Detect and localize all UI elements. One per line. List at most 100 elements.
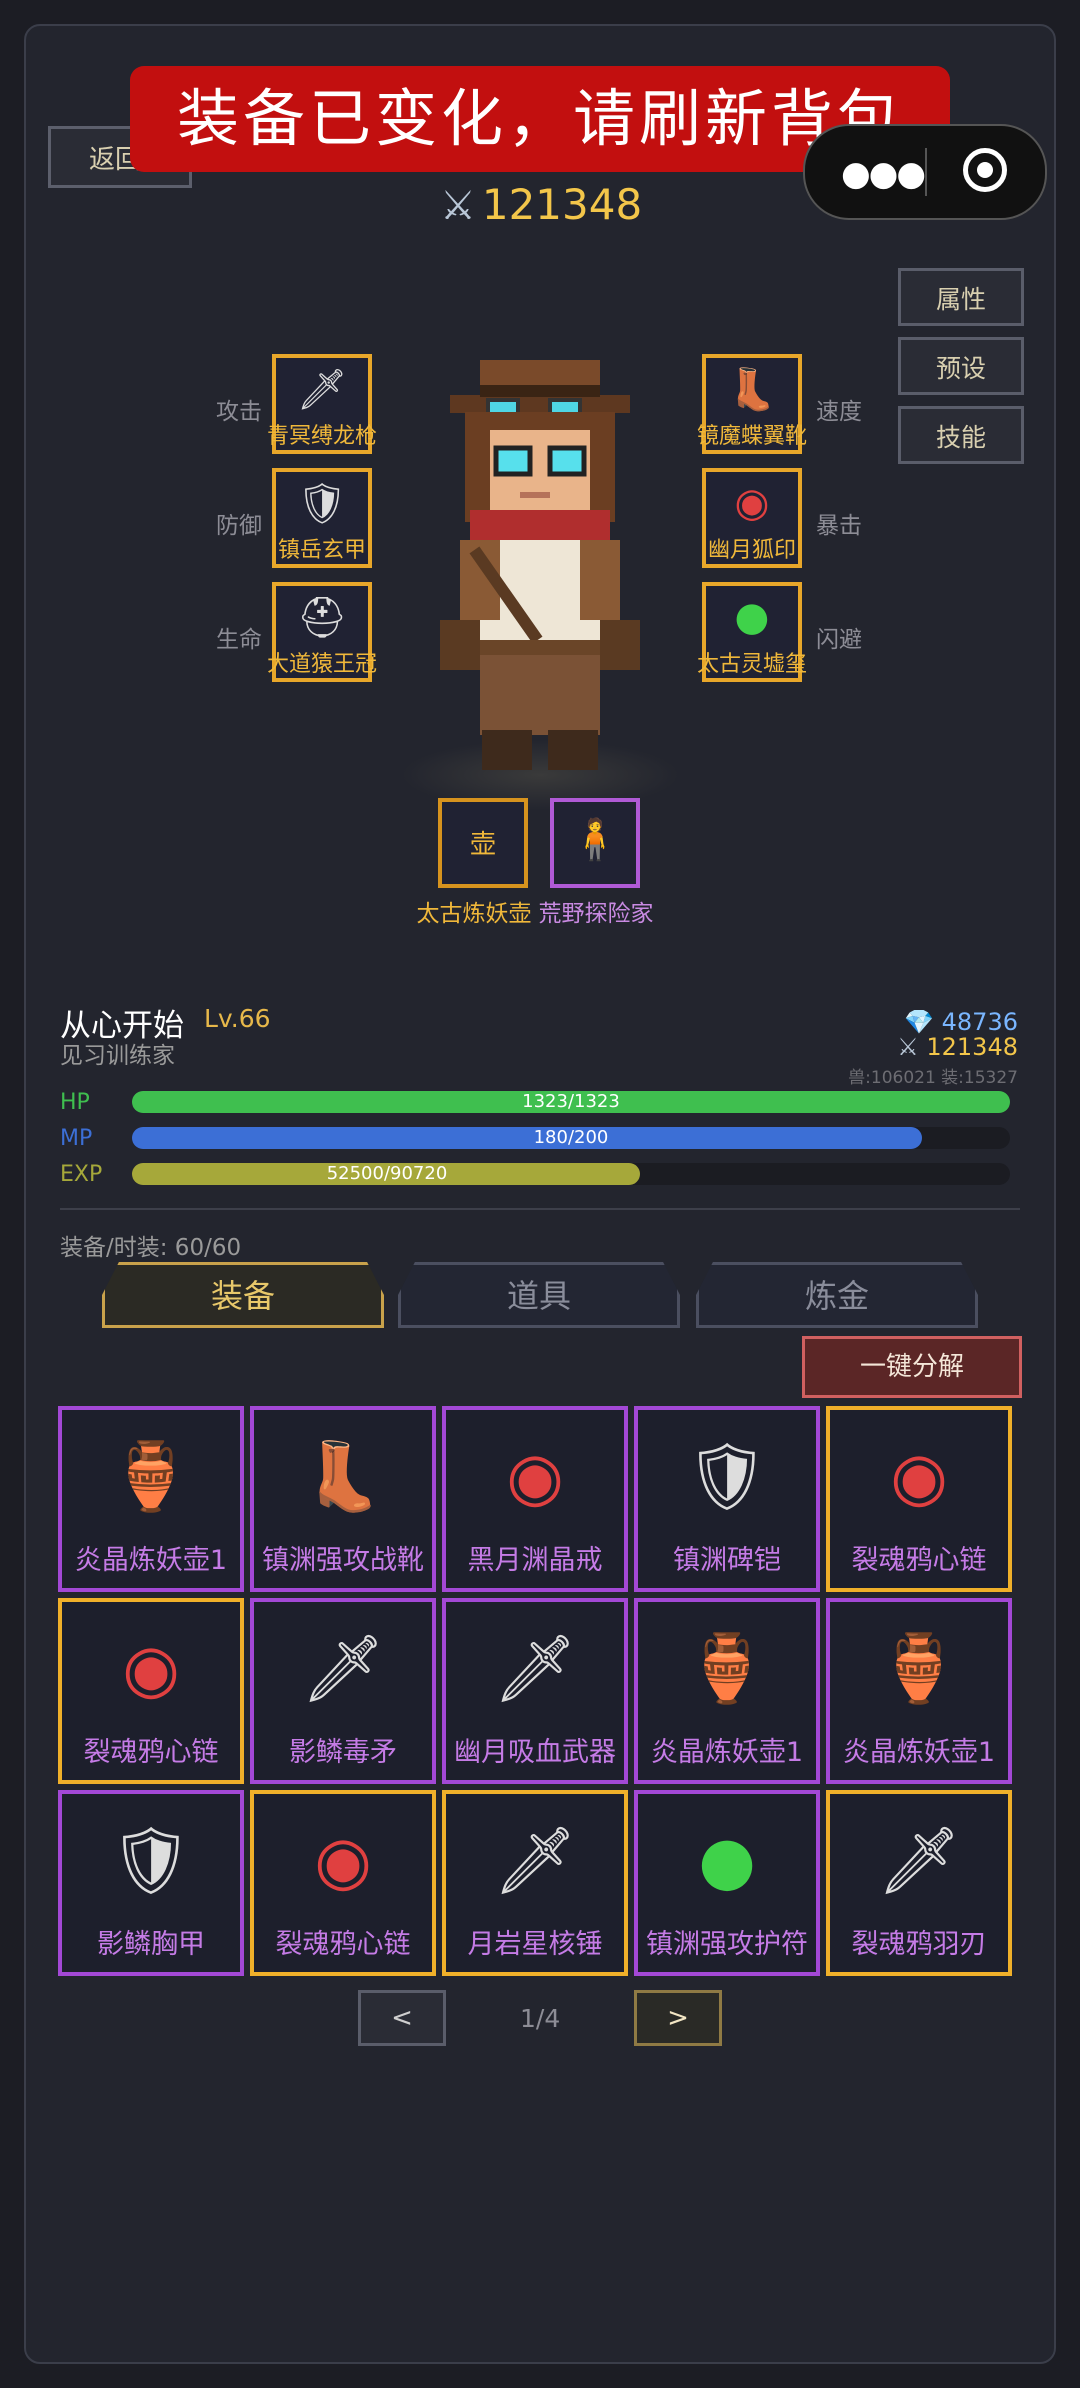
close-target-icon[interactable] xyxy=(963,148,1007,192)
ring-icon: ◉ xyxy=(890,1438,948,1515)
inventory-item[interactable]: 🗡 幽月吸血武器 xyxy=(442,1598,628,1784)
combat-power-value: 121348 xyxy=(481,180,643,229)
crossed-swords-icon: ⚔ xyxy=(897,1033,919,1061)
prev-page-button[interactable]: < xyxy=(358,1990,446,2046)
inventory-item[interactable]: 🗡 影鳞毒矛 xyxy=(250,1598,436,1784)
armor-icon: 🛡 xyxy=(296,481,348,527)
skills-button[interactable]: 技能 xyxy=(898,406,1024,464)
armor-icon: 🛡 xyxy=(685,1438,769,1515)
inventory-item[interactable]: ◉ 裂魂鸦心链 xyxy=(826,1406,1012,1592)
section-divider xyxy=(60,1208,1020,1210)
attributes-button[interactable]: 属性 xyxy=(898,268,1024,326)
inventory-item[interactable]: 👢 镇渊强攻战靴 xyxy=(250,1406,436,1592)
bag-capacity: 装备/时装: 60/60 xyxy=(60,1235,242,1261)
gourd-icon: 🏺 xyxy=(877,1630,961,1707)
exp-bar: 52500/90720 xyxy=(132,1163,1010,1185)
diamond-icon: 💎 xyxy=(904,1008,934,1036)
inventory-item[interactable]: 🗡 裂魂鸦羽刃 xyxy=(826,1790,1012,1976)
gourd-icon: 🏺 xyxy=(685,1630,769,1707)
equip-name-armor: 镇岳玄甲 xyxy=(277,538,366,563)
gourd-icon: 🏺 xyxy=(109,1438,193,1515)
sword-icon: 🗡 xyxy=(296,367,348,413)
inventory-item[interactable]: 🏺 炎晶炼妖壶1 xyxy=(634,1598,820,1784)
inventory-item[interactable]: ◉ 裂魂鸦心链 xyxy=(250,1790,436,1976)
mp-bar: 180/200 xyxy=(132,1127,1010,1149)
inventory-item[interactable]: ◉ 裂魂鸦心链 xyxy=(58,1598,244,1784)
next-page-button[interactable]: > xyxy=(634,1990,722,2046)
crossed-swords-icon: ⚔ xyxy=(440,183,476,229)
explorer-icon: 🧍 xyxy=(570,817,620,863)
boots-icon: 👢 xyxy=(727,367,777,413)
item-name: 镇渊强攻战靴 xyxy=(262,1545,424,1576)
gem-count: 💎 48736 xyxy=(904,1008,1018,1036)
inventory-item[interactable]: 🛡 镇渊碑铠 xyxy=(634,1406,820,1592)
inventory-item[interactable]: ◉ 黑月渊晶戒 xyxy=(442,1406,628,1592)
item-name: 炎晶炼妖壶1 xyxy=(74,1545,228,1576)
armor-icon: 🛡 xyxy=(109,1822,193,1899)
player-title: 见习训练家 xyxy=(60,1043,175,1069)
combat-power: ⚔ 121348 xyxy=(440,180,642,229)
item-name: 月岩星核锤 xyxy=(467,1929,603,1960)
equip-name-fashion: 荒野探险家 xyxy=(538,901,654,927)
equip-slot-fashion[interactable]: 🧍 xyxy=(550,798,640,888)
item-name: 裂魂鸦羽刃 xyxy=(851,1929,987,1960)
page-indicator: 1/4 xyxy=(520,2004,561,2033)
ring-icon: ◉ xyxy=(122,1630,180,1707)
more-icon[interactable]: ●●● xyxy=(841,154,926,194)
ring-icon: ◉ xyxy=(314,1822,372,1899)
hp-value: 1323/1323 xyxy=(522,1091,620,1112)
tab-items[interactable]: 道具 xyxy=(398,1262,680,1328)
stat-label-crit: 暴击 xyxy=(816,513,862,539)
player-power: ⚔ 121348 xyxy=(897,1033,1018,1061)
hp-bar: 1323/1323 xyxy=(132,1091,1010,1113)
helmet-icon: ⛑ xyxy=(296,595,348,641)
power-breakdown: 兽:106021 装:15327 xyxy=(848,1068,1018,1088)
gourd-slot-text: 壶 xyxy=(469,830,496,860)
capsule-divider xyxy=(925,148,927,196)
item-name: 黑月渊晶戒 xyxy=(467,1545,603,1576)
equip-name-helmet: 大道猿王冠 xyxy=(266,652,377,677)
equip-slot-gourd[interactable]: 壶 xyxy=(438,798,528,888)
ring-icon: ◉ xyxy=(734,480,770,526)
sword-icon: 🗡 xyxy=(493,1822,577,1899)
item-name: 镇渊碑铠 xyxy=(673,1545,781,1576)
inventory-item[interactable]: 🏺 炎晶炼妖壶1 xyxy=(826,1598,1012,1784)
item-name: 影鳞毒矛 xyxy=(289,1737,397,1768)
amulet-icon: ● xyxy=(734,594,770,640)
equip-name-weapon: 青冥缚龙枪 xyxy=(266,424,377,449)
exp-label: EXP xyxy=(60,1162,103,1187)
item-name: 幽月吸血武器 xyxy=(454,1737,616,1768)
tab-equipment[interactable]: 装备 xyxy=(102,1262,384,1328)
inventory-item[interactable]: ● 镇渊强攻护符 xyxy=(634,1790,820,1976)
sword-icon: 🗡 xyxy=(877,1822,961,1899)
item-name: 影鳞胸甲 xyxy=(97,1929,205,1960)
hp-label: HP xyxy=(60,1090,90,1115)
mp-label: MP xyxy=(60,1126,93,1151)
item-name: 裂魂鸦心链 xyxy=(275,1929,411,1960)
exp-value: 52500/90720 xyxy=(326,1163,448,1184)
preset-button[interactable]: 预设 xyxy=(898,337,1024,395)
sword-icon: 🗡 xyxy=(301,1630,385,1707)
mp-value: 180/200 xyxy=(533,1127,609,1148)
player-level: Lv.66 xyxy=(204,1004,271,1033)
ring-icon: ◉ xyxy=(506,1438,564,1515)
character-sprite xyxy=(440,360,640,770)
item-name: 裂魂鸦心链 xyxy=(851,1545,987,1576)
stat-label-dodge: 闪避 xyxy=(816,627,862,653)
inventory-item[interactable]: 🏺 炎晶炼妖壶1 xyxy=(58,1406,244,1592)
tab-alchemy[interactable]: 炼金 xyxy=(696,1262,978,1328)
stat-label-speed: 速度 xyxy=(816,399,862,425)
inventory-item[interactable]: 🛡 影鳞胸甲 xyxy=(58,1790,244,1976)
mini-program-capsule: ●●● xyxy=(803,124,1047,220)
inventory-item[interactable]: 🗡 月岩星核锤 xyxy=(442,1790,628,1976)
decompose-all-button[interactable]: 一键分解 xyxy=(802,1336,1022,1398)
boots-icon: 👢 xyxy=(301,1438,385,1515)
gem-value: 48736 xyxy=(941,1008,1018,1036)
item-name: 镇渊强攻护符 xyxy=(646,1929,808,1960)
item-name: 裂魂鸦心链 xyxy=(83,1737,219,1768)
item-name: 炎晶炼妖壶1 xyxy=(842,1737,996,1768)
amulet-icon: ● xyxy=(698,1822,756,1899)
item-name: 炎晶炼妖壶1 xyxy=(650,1737,804,1768)
sword-icon: 🗡 xyxy=(493,1630,577,1707)
player-power-value: 121348 xyxy=(926,1033,1018,1061)
